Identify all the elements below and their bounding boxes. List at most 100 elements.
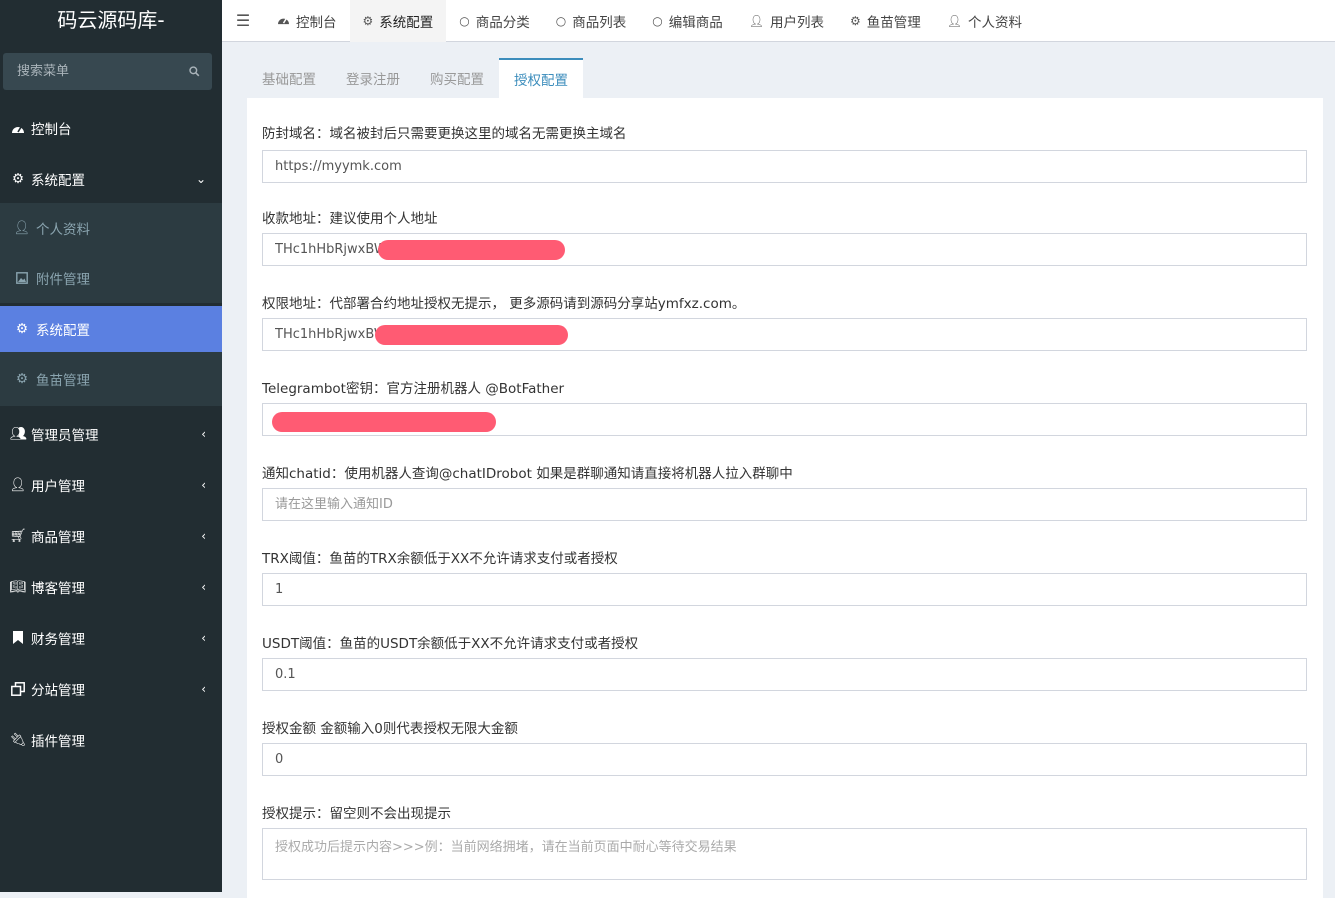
- top-navbar: ☰ 控制台 ⚙ 系统配置 ○ 商品分类 ○ 商品列表 ○ 编辑商品 👤︎ 用户列表 ⚙ 鱼苗…: [222, 0, 1335, 42]
- cart-icon: 🛒︎: [9, 527, 27, 544]
- sidebar-item-label: 博客管理: [31, 580, 85, 597]
- redaction-mark: [272, 412, 496, 432]
- sidebar-item-system-config[interactable]: ⚙ 系统配置 ⌄: [0, 153, 222, 204]
- sidebar-item-finance-manage[interactable]: 财务管理 ‹: [0, 612, 222, 663]
- sidebar-item-blog-manage[interactable]: 📖︎ 博客管理 ‹: [0, 561, 222, 612]
- dashboard-icon: [277, 14, 290, 28]
- tab-goods-list[interactable]: ○ 商品列表: [543, 0, 639, 42]
- field-label: 授权金额 金额输入0则代表授权无限大金额: [262, 721, 518, 737]
- tab-dashboard[interactable]: 控制台: [264, 0, 350, 42]
- sidebar: 码云源码库- 控制台 ⚙ 系统配置 ⌄ 👤︎ 个人资料 附件管理 ⚙ 系统配置 …: [0, 0, 222, 892]
- clone-icon: [10, 681, 26, 696]
- tab-label: 控制台: [296, 14, 337, 31]
- form-group-chat-id: 通知chatid：使用机器人查询@chatIDrobot 如果是群聊通知请直接将…: [262, 438, 1307, 523]
- sidebar-item-goods-manage[interactable]: 🛒︎ 商品管理 ‹: [0, 510, 222, 561]
- sidebar-item-label: 系统配置: [36, 323, 90, 339]
- tab-profile[interactable]: 👤︎ 个人资料: [934, 0, 1035, 42]
- tab-label: 编辑商品: [668, 14, 723, 31]
- tab-system-config[interactable]: ⚙ 系统配置: [349, 0, 447, 42]
- sidebar-item-label: 插件管理: [31, 733, 85, 750]
- tab-purchase-config[interactable]: 购买配置: [415, 58, 499, 98]
- chevron-left-icon: ‹: [201, 579, 206, 594]
- tab-label: 系统配置: [379, 14, 434, 31]
- sidebar-item-label: 商品管理: [31, 529, 85, 546]
- sidebar-item-label: 附件管理: [36, 272, 90, 288]
- book-icon: 📖︎: [9, 578, 27, 595]
- sidebar-item-profile[interactable]: 👤︎ 个人资料: [0, 203, 222, 253]
- sidebar-item-admin-manage[interactable]: 👥︎ 管理员管理 ‹: [0, 408, 222, 459]
- tab-label: 商品分类: [475, 14, 530, 31]
- sidebar-item-substation-manage[interactable]: 分站管理 ‹: [0, 663, 222, 714]
- form-group-auth-amount: 授权金额 金额输入0则代表授权无限大金额: [262, 693, 1307, 778]
- image-icon: [14, 272, 30, 284]
- gear-icon: ⚙: [15, 321, 29, 337]
- form-group-usdt-threshold: USDT阈值：鱼苗的USDT余额低于XX不允许请求支付或者授权: [262, 608, 1307, 693]
- menu-search[interactable]: [3, 53, 212, 90]
- tab-edit-goods[interactable]: ○ 编辑商品: [639, 0, 735, 42]
- gear-icon: ⚙: [362, 13, 374, 28]
- trx-threshold-field[interactable]: [262, 573, 1307, 606]
- sidebar-item-plugin-manage[interactable]: 🔌︎ 插件管理: [0, 714, 222, 765]
- field-label: 防封域名：域名被封后只需要更换这里的域名无需更换主域名: [262, 126, 627, 142]
- form-group-trx-threshold: TRX阈值：鱼苗的TRX余额低于XX不允许请求支付或者授权: [262, 523, 1307, 608]
- person-icon: 👤︎: [748, 13, 764, 28]
- sidebar-item-label: 管理员管理: [31, 427, 99, 444]
- sidebar-item-label: 系统配置: [31, 172, 85, 189]
- sidebar-item-label: 用户管理: [31, 478, 85, 495]
- user-icon: 👤︎: [9, 476, 27, 493]
- auth-amount-field[interactable]: [262, 743, 1307, 776]
- dashboard-icon: [10, 122, 26, 134]
- sidebar-item-label: 控制台: [31, 121, 72, 138]
- cogs-icon: ⚙: [11, 170, 25, 187]
- field-label: 授权提示：留空则不会出现提示: [262, 806, 451, 822]
- tab-label: 个人资料: [967, 14, 1022, 31]
- field-label: 权限地址：代部署合约地址授权无提示， 更多源码请到源码分享站ymfxz.com。: [262, 296, 746, 312]
- main-content: 基础配置 登录注册 购买配置 授权配置 防封域名：域名被封后只需要更换这里的域名…: [247, 58, 1323, 898]
- chat-id-field[interactable]: [262, 488, 1307, 521]
- sidebar-item-label: 分站管理: [31, 682, 85, 699]
- tab-goods-category[interactable]: ○ 商品分类: [446, 0, 542, 42]
- usdt-threshold-field[interactable]: [262, 658, 1307, 691]
- tab-label: 用户列表: [769, 14, 824, 31]
- circle-icon: ○: [652, 13, 663, 28]
- form-group-auth-tip: 授权提示：留空则不会出现提示: [262, 778, 1307, 880]
- redaction-mark: [378, 240, 565, 260]
- field-label: USDT阈值：鱼苗的USDT余额低于XX不允许请求支付或者授权: [262, 636, 639, 652]
- tab-basic-config[interactable]: 基础配置: [247, 58, 331, 98]
- redaction-mark: [375, 325, 568, 345]
- config-tabs: 基础配置 登录注册 购买配置 授权配置: [247, 58, 1323, 98]
- sidebar-item-label: 个人资料: [36, 222, 90, 238]
- menu-search-input[interactable]: [15, 63, 189, 80]
- brand-logo[interactable]: 码云源码库-: [0, 0, 222, 38]
- gear-icon: ⚙: [15, 371, 29, 387]
- auth-tip-textarea[interactable]: [262, 828, 1307, 880]
- domain-field[interactable]: [262, 150, 1307, 183]
- chevron-left-icon: ‹: [201, 630, 206, 645]
- search-icon[interactable]: [189, 65, 200, 78]
- tab-fish-manage[interactable]: ⚙ 鱼苗管理: [837, 0, 934, 42]
- chevron-left-icon: ‹: [201, 681, 206, 696]
- chevron-left-icon: ‹: [201, 477, 206, 492]
- auth-config-form: 防封域名：域名被封后只需要更换这里的域名无需更换主域名 收款地址：建议使用个人地…: [247, 98, 1323, 898]
- tab-auth-config[interactable]: 授权配置: [499, 58, 583, 98]
- field-label: TRX阈值：鱼苗的TRX余额低于XX不允许请求支付或者授权: [262, 551, 618, 567]
- tab-label: 鱼苗管理: [866, 14, 921, 31]
- menu-toggle-icon[interactable]: ☰: [222, 0, 264, 42]
- sidebar-item-user-manage[interactable]: 👤︎ 用户管理 ‹: [0, 459, 222, 510]
- sidebar-item-fish-manage[interactable]: ⚙ 鱼苗管理: [0, 352, 222, 406]
- bookmark-icon: [10, 631, 26, 644]
- sidebar-item-attachments[interactable]: 附件管理: [0, 253, 222, 303]
- sidebar-item-system-config-sub[interactable]: ⚙ 系统配置: [0, 306, 222, 352]
- field-label: 通知chatid：使用机器人查询@chatIDrobot 如果是群聊通知请直接将…: [262, 466, 793, 482]
- tab-user-list[interactable]: 👤︎ 用户列表: [736, 0, 837, 42]
- user-icon: 👤︎: [13, 220, 31, 236]
- field-label: Telegrambot密钥：官方注册机器人 @BotFather: [262, 381, 565, 397]
- chevron-left-icon: ‹: [201, 426, 206, 441]
- sidebar-item-dashboard[interactable]: 控制台: [0, 102, 222, 153]
- tab-label: 商品列表: [572, 14, 627, 31]
- gear-icon: ⚙: [849, 13, 861, 28]
- user-icon: 👤︎: [946, 13, 962, 28]
- chevron-left-icon: ‹: [201, 528, 206, 543]
- users-icon: 👥︎: [9, 425, 27, 442]
- tab-login-register[interactable]: 登录注册: [331, 58, 415, 98]
